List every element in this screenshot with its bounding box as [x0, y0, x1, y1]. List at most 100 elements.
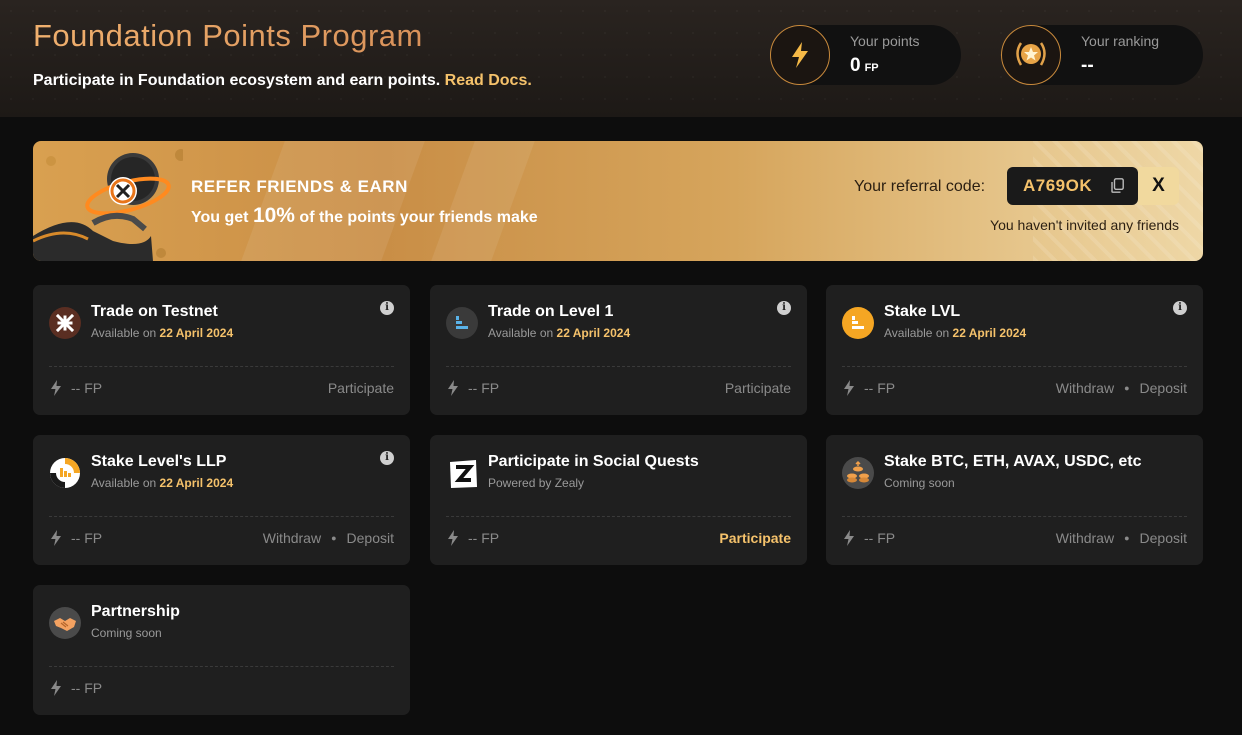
task-date: 22 April 2024	[556, 326, 631, 340]
points-value: 0 FP	[850, 55, 879, 77]
card-divider	[446, 366, 791, 367]
task-actions: Participate	[328, 380, 394, 396]
lightning-icon	[770, 25, 830, 85]
task-points: -- FP	[864, 380, 896, 396]
ranking-label: Your ranking	[1081, 33, 1160, 49]
banner-sub-suffix: of the points your friends make	[299, 209, 538, 226]
task-card: Trade on Level 1 Available on 22 April 20…	[430, 285, 807, 415]
llp-token-icon	[49, 457, 81, 489]
task-points: -- FP	[71, 530, 103, 546]
task-subtitle: Powered by Zealy	[488, 476, 584, 490]
lightning-icon	[51, 380, 61, 396]
task-date: 22 April 2024	[159, 476, 234, 490]
deposit-button[interactable]: Deposit	[1140, 380, 1187, 396]
zealy-logo-icon	[446, 457, 478, 489]
task-actions: Participate	[725, 380, 791, 396]
page-subtitle-text: Participate in Foundation ecosystem and …	[33, 72, 441, 89]
separator-dot: ●	[1124, 533, 1130, 543]
task-title: Trade on Testnet	[91, 303, 218, 320]
task-sub-text: Available on	[488, 326, 554, 340]
task-title: Stake Level's LLP	[91, 453, 227, 470]
info-icon[interactable]: i	[777, 301, 791, 315]
task-title: Trade on Level 1	[488, 303, 614, 320]
withdraw-button[interactable]: Withdraw	[1056, 380, 1114, 396]
lightning-icon	[448, 530, 458, 546]
lightning-icon	[448, 380, 458, 396]
task-card: Trade on Testnet Available on 22 April 20…	[33, 285, 410, 415]
banner-title: REFER FRIENDS & EARN	[191, 177, 408, 196]
lightning-icon	[51, 680, 61, 696]
info-icon[interactable]: i	[1173, 301, 1187, 315]
referral-illustration-icon	[33, 149, 183, 261]
task-actions: Participate	[719, 530, 791, 546]
task-title: Stake BTC, ETH, AVAX, USDC, etc	[884, 453, 1142, 470]
ranking-value: --	[1081, 55, 1094, 76]
ranking-stat: Your ranking --	[1001, 25, 1203, 85]
participate-button[interactable]: Participate	[719, 530, 791, 546]
lightning-icon	[844, 380, 854, 396]
points-stat: Your points 0 FP	[770, 25, 961, 85]
lightning-icon	[844, 530, 854, 546]
task-subtitle: Available on 22 April 2024	[91, 326, 233, 340]
task-date: 22 April 2024	[952, 326, 1027, 340]
task-date: 22 April 2024	[159, 326, 234, 340]
task-sub-text: Coming soon	[91, 626, 162, 640]
info-icon[interactable]: i	[380, 451, 394, 465]
referral-code-value: A769OK	[1023, 176, 1093, 195]
task-subtitle: Available on 22 April 2024	[91, 476, 233, 490]
task-card: Partnership Coming soon -- FP	[33, 585, 410, 715]
task-actions: Withdraw ● Deposit	[263, 530, 394, 546]
task-points: -- FP	[71, 680, 103, 696]
info-icon[interactable]: i	[380, 301, 394, 315]
task-points: -- FP	[468, 530, 500, 546]
task-subtitle: Coming soon	[884, 476, 955, 490]
task-subtitle: Coming soon	[91, 626, 162, 640]
card-divider	[842, 366, 1187, 367]
deposit-button[interactable]: Deposit	[347, 530, 394, 546]
card-divider	[49, 516, 394, 517]
withdraw-button[interactable]: Withdraw	[1056, 530, 1114, 546]
participate-button[interactable]: Participate	[725, 380, 791, 396]
task-card: Stake Level's LLP Available on 22 April 2…	[33, 435, 410, 565]
copy-icon[interactable]	[1111, 178, 1124, 193]
task-sub-text: Available on	[884, 326, 950, 340]
handshake-icon	[49, 607, 81, 639]
card-divider	[49, 366, 394, 367]
read-docs-link[interactable]: Read Docs.	[445, 72, 532, 89]
lvl-token-icon	[842, 307, 874, 339]
page-header: Foundation Points Program Participate in…	[0, 0, 1242, 117]
task-card: Stake BTC, ETH, AVAX, USDC, etc Coming so…	[826, 435, 1203, 565]
ranking-laurel-icon	[1001, 25, 1061, 85]
card-divider	[49, 666, 394, 667]
lightning-icon	[51, 530, 61, 546]
points-number: 0	[850, 55, 861, 76]
no-invites-text: You haven't invited any friends	[990, 217, 1179, 233]
referral-code-label: Your referral code:	[854, 178, 986, 195]
task-title: Stake LVL	[884, 303, 961, 320]
referral-code-box[interactable]: A769OK	[1007, 167, 1138, 205]
banner-sub-percent: 10%	[252, 204, 295, 227]
task-points: -- FP	[864, 530, 896, 546]
separator-dot: ●	[1124, 383, 1130, 393]
task-subtitle: Available on 22 April 2024	[884, 326, 1026, 340]
task-actions: Withdraw ● Deposit	[1056, 380, 1187, 396]
withdraw-button[interactable]: Withdraw	[263, 530, 321, 546]
coins-stack-icon	[842, 457, 874, 489]
deposit-button[interactable]: Deposit	[1140, 530, 1187, 546]
participate-button[interactable]: Participate	[328, 380, 394, 396]
task-sub-text: Powered by Zealy	[488, 476, 585, 490]
task-sub-text: Coming soon	[884, 476, 955, 490]
separator-dot: ●	[331, 533, 337, 543]
task-card: Stake LVL Available on 22 April 2024 i -- F…	[826, 285, 1203, 415]
share-on-x-button[interactable]: X	[1138, 167, 1179, 205]
card-divider	[842, 516, 1187, 517]
card-divider	[446, 516, 791, 517]
page-title: Foundation Points Program	[33, 18, 423, 53]
banner-subtitle: You get 10% of the points your friends m…	[191, 204, 538, 228]
points-unit: FP	[864, 62, 879, 74]
task-card: Participate in Social Quests Powered by Z…	[430, 435, 807, 565]
task-points: -- FP	[71, 380, 103, 396]
testnet-logo-icon	[49, 307, 81, 339]
referral-banner: REFER FRIENDS & EARN You get 10% of the …	[33, 141, 1203, 261]
task-sub-text: Available on	[91, 476, 157, 490]
